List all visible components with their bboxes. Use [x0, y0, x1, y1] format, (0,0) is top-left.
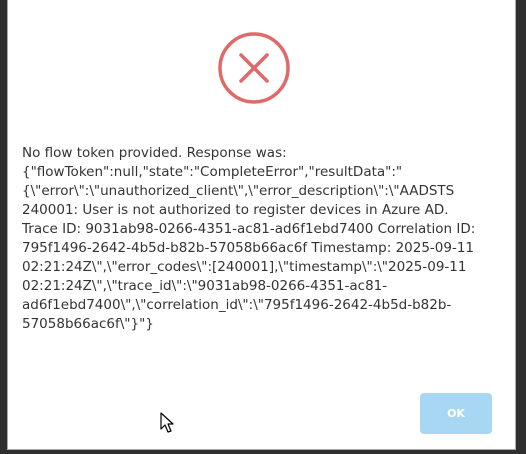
- error-x-circle-icon: [216, 30, 292, 106]
- error-message: No flow token provided. Response was: {"…: [22, 145, 476, 332]
- ok-button[interactable]: OK: [420, 393, 492, 434]
- mouse-pointer-icon: [160, 412, 176, 434]
- error-dialog: No flow token provided. Response was: {"…: [7, 0, 516, 450]
